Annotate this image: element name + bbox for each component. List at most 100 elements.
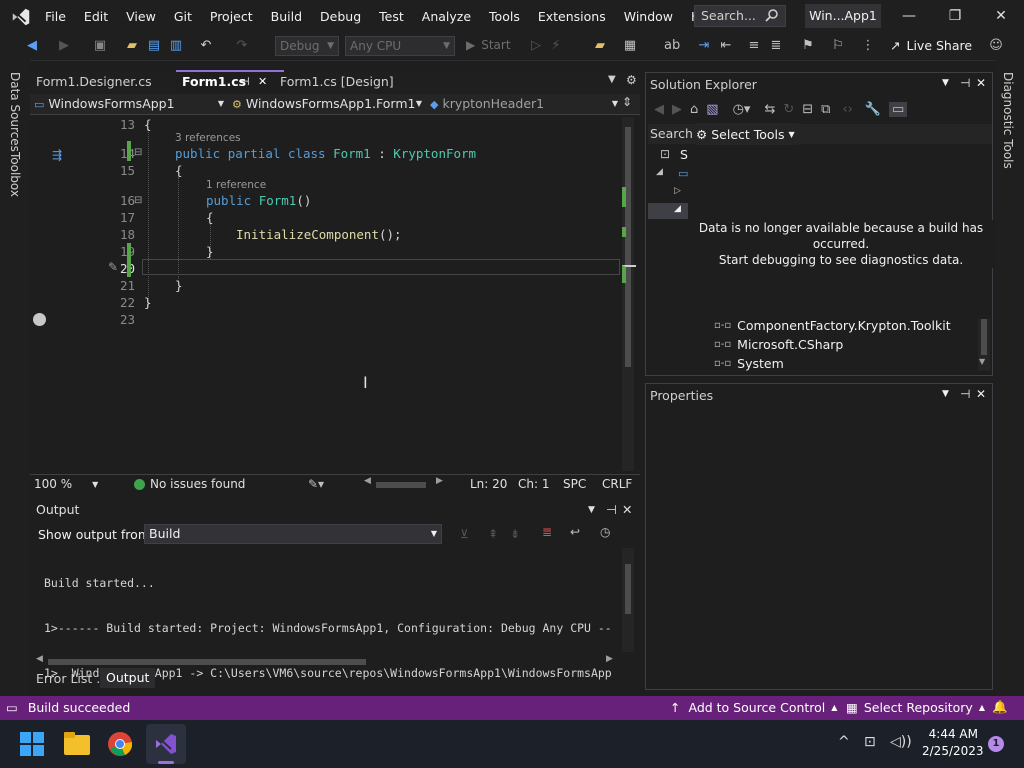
pin-icon[interactable]: ⊣ xyxy=(606,500,617,520)
output-vertical-scrollbar[interactable] xyxy=(622,548,634,652)
codelens-references[interactable]: 3 references xyxy=(175,132,241,144)
visual-studio-logo-icon[interactable] xyxy=(10,6,32,28)
breakpoint-margin-icon[interactable] xyxy=(33,313,46,326)
project-combo[interactable]: ▭ WindowsFormsApp1 ▼ xyxy=(34,95,226,113)
close-icon[interactable]: ✕ xyxy=(976,387,986,401)
go-to-previous-message-icon[interactable]: ⇞ xyxy=(488,527,498,541)
expand-arrow-icon[interactable]: ◢ xyxy=(674,204,681,214)
chrome-browser-icon[interactable] xyxy=(108,732,132,756)
close-icon[interactable]: ✕ xyxy=(258,72,267,92)
scroll-right-icon[interactable]: ▶ xyxy=(436,476,443,486)
new-project-icon[interactable]: ▣ xyxy=(92,38,108,54)
solution-node[interactable]: S xyxy=(680,147,688,162)
column-indicator[interactable]: Ch: 1 xyxy=(518,477,549,491)
solution-name-badge[interactable]: Win...App1 xyxy=(805,4,881,28)
diagnostic-tools-tab[interactable]: Diagnostic Tools xyxy=(1001,72,1015,169)
file-explorer-icon[interactable] xyxy=(64,732,90,756)
editor-vertical-scrollbar[interactable] xyxy=(622,117,636,471)
split-editor-icon[interactable]: ⇕ xyxy=(622,95,632,109)
expand-arrow-icon[interactable]: ◢ xyxy=(656,167,663,177)
build-status[interactable]: ▭ Build succeeded xyxy=(6,700,130,715)
go-to-next-message-icon[interactable]: ⇟ xyxy=(510,527,520,541)
member-combo[interactable]: ◆ kryptonHeader1 ▼ xyxy=(430,95,618,113)
restore-button[interactable]: ❐ xyxy=(932,0,978,33)
collapse-icon[interactable]: ⊟ xyxy=(134,195,142,206)
pin-icon[interactable]: ⊣ xyxy=(240,72,250,92)
back-icon[interactable]: ◀ xyxy=(24,38,40,54)
refresh-icon[interactable]: ↻ xyxy=(783,102,794,117)
back-icon[interactable]: ◀ xyxy=(654,102,664,117)
outdent-icon[interactable]: ⇤ xyxy=(718,38,734,54)
tab-error-list[interactable]: Error List ... xyxy=(36,671,108,686)
network-icon[interactable]: ⊡ xyxy=(864,734,876,750)
solution-search-input[interactable]: Search xyxy=(650,126,693,141)
toggle-word-wrap-icon[interactable]: ↩ xyxy=(570,525,580,539)
scroll-left-icon[interactable]: ◀ xyxy=(364,476,371,486)
codelens-references[interactable]: 1 reference xyxy=(206,179,266,191)
whitespace-indicator[interactable]: SPC xyxy=(563,477,586,491)
visual-studio-taskbar-button[interactable] xyxy=(146,724,186,764)
platform-combo[interactable]: Any CPU ▼ xyxy=(345,36,455,56)
bookmark-next-icon[interactable]: ⚐ xyxy=(830,38,846,54)
volume-icon[interactable]: ◁)) xyxy=(890,734,912,750)
show-all-files-icon[interactable]: ⧉ xyxy=(821,102,830,117)
scrollbar-thumb[interactable] xyxy=(376,482,426,488)
scroll-down-icon[interactable]: ▼ xyxy=(979,357,985,366)
pending-changes-filter-icon[interactable]: ◷▾ xyxy=(733,102,751,117)
save-all-icon[interactable]: ▥ xyxy=(168,38,184,54)
windows-start-icon[interactable] xyxy=(20,732,44,756)
forward-icon[interactable]: ▶ xyxy=(56,38,72,54)
search-box[interactable]: Search... xyxy=(694,5,786,27)
expand-arrow-icon[interactable]: ▷ xyxy=(674,186,681,196)
show-timestamps-icon[interactable]: ◷ xyxy=(600,525,610,539)
feedback-icon[interactable]: ☺ xyxy=(988,38,1004,54)
menu-edit[interactable]: Edit xyxy=(75,0,117,33)
uncomment-icon[interactable]: ≣ xyxy=(768,38,784,54)
indent-icon[interactable]: ⇥ xyxy=(696,38,712,54)
menu-view[interactable]: View xyxy=(117,0,165,33)
reference-item[interactable]: ▫-▫ System xyxy=(714,356,784,371)
close-button[interactable]: ✕ xyxy=(978,0,1024,33)
solution-folder-icon[interactable]: ▰ xyxy=(592,38,608,54)
pin-icon[interactable]: ⊣ xyxy=(960,387,970,401)
preview-selected-items-icon[interactable]: ▭ xyxy=(889,101,908,117)
tab-overflow-icon[interactable]: ▼ xyxy=(608,74,616,85)
find-in-output-icon[interactable]: ⊻ xyxy=(460,527,469,541)
collapse-all-icon[interactable]: ⊟ xyxy=(802,102,813,117)
scrollbar-thumb[interactable] xyxy=(625,564,631,614)
scroll-left-icon[interactable]: ◀ xyxy=(36,654,43,664)
scrollbar-thumb[interactable] xyxy=(981,319,987,355)
menu-test[interactable]: Test xyxy=(370,0,413,33)
window-position-icon[interactable]: ▼ xyxy=(942,389,949,399)
sync-active-document-icon[interactable]: ⇆ xyxy=(764,102,775,117)
code-editor[interactable]: ⇶ ✎ 13 14 15 16 17 18 19 20 21 22 23 ⊟ ⊟… xyxy=(30,115,640,473)
reference-item[interactable]: ▫-▫ ComponentFactory.Krypton.Toolkit xyxy=(714,318,951,333)
menu-project[interactable]: Project xyxy=(201,0,262,33)
tab-form1-cs[interactable]: Form1.cs ⊣ ✕ xyxy=(176,70,284,92)
collapse-icon[interactable]: ⊟ xyxy=(134,147,142,158)
tab-form1-cs-design[interactable]: Form1.cs [Design] xyxy=(274,72,400,92)
notification-count-badge[interactable]: 1 xyxy=(988,736,1004,752)
menu-extensions[interactable]: Extensions xyxy=(529,0,615,33)
menu-analyze[interactable]: Analyze xyxy=(413,0,480,33)
view-code-icon[interactable]: ‹› xyxy=(842,102,852,117)
settings-gear-icon[interactable]: ⚙ xyxy=(626,73,637,87)
menu-tools[interactable]: Tools xyxy=(480,0,529,33)
output-source-combo[interactable]: Build ▼ xyxy=(144,524,442,544)
diagnostics-select-tools[interactable]: ⚙ Select Tools ▼ xyxy=(696,123,799,145)
codelens-navigation-icon[interactable]: ⇶ xyxy=(52,148,62,162)
comment-icon[interactable]: ≡ xyxy=(746,38,762,54)
clock[interactable]: 4:44 AM 2/25/2023 xyxy=(922,726,984,760)
scrollbar-thumb[interactable] xyxy=(48,659,366,665)
menu-build[interactable]: Build xyxy=(262,0,311,33)
menu-file[interactable]: File xyxy=(36,0,75,33)
redo-icon[interactable]: ↷ xyxy=(234,38,250,54)
bookmark-icon[interactable]: ⚑ xyxy=(800,38,816,54)
open-folder-icon[interactable]: ▰ xyxy=(124,38,140,54)
class-combo[interactable]: ⚙ WindowsFormsApp1.Form1 ▼ xyxy=(232,95,424,113)
editor-horizontal-scrollbar[interactable]: ◀ ▶ xyxy=(364,476,443,491)
menu-git[interactable]: Git xyxy=(165,0,201,33)
switch-views-icon[interactable]: ▧ xyxy=(706,102,718,117)
data-sources-tab[interactable]: Data Sources xyxy=(8,72,22,152)
close-icon[interactable]: ✕ xyxy=(622,500,632,520)
